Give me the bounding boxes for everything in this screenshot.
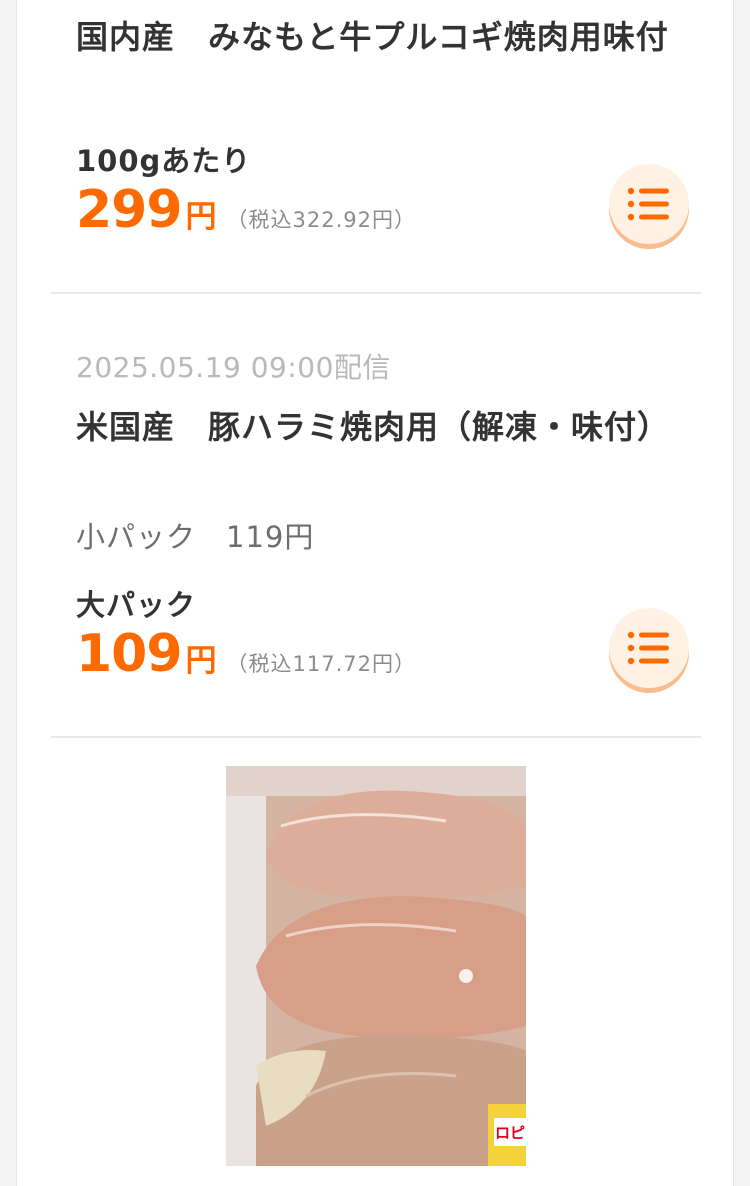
add-to-list-button[interactable] xyxy=(609,164,689,244)
price-tax-included: （税込117.72円） xyxy=(226,652,417,676)
product-title: 米国産 豚ハラミ焼肉用（解凍・味付） xyxy=(76,408,671,446)
add-to-list-button[interactable] xyxy=(609,608,689,688)
flyer-card: 国内産 みなもと牛プルコギ焼肉用味付 100gあたり 299 円 （税込322.… xyxy=(16,0,734,1186)
product-item: 2025.05.19 09:00配信 米国産 豚ハラミ焼肉用（解凍・味付） 小パ… xyxy=(17,294,735,738)
chicken-breast-photo xyxy=(226,766,526,1166)
price-row: 299 円 （税込322.92円） xyxy=(76,180,416,240)
price-sticker-label: ロピ xyxy=(495,1124,526,1142)
price-row: 109 円 （税込117.72円） xyxy=(76,624,416,684)
divider xyxy=(51,736,701,738)
price-yen: 円 xyxy=(185,199,217,235)
delivery-date: 2025.05.19 09:00配信 xyxy=(76,351,391,384)
unit-label: 100gあたり xyxy=(76,144,252,178)
unit-label: 大パック xyxy=(76,588,197,622)
price-value: 109 xyxy=(76,624,183,684)
product-item: 国内産 みなもと牛プルコギ焼肉用味付 100gあたり 299 円 （税込322.… xyxy=(17,0,735,294)
price-value: 299 xyxy=(76,180,183,240)
product-title: 国内産 みなもと牛プルコギ焼肉用味付 xyxy=(76,18,669,56)
list-icon xyxy=(627,631,669,665)
product-photo[interactable]: ロピ xyxy=(226,766,526,1166)
price-tax-included: （税込322.92円） xyxy=(226,208,417,232)
list-icon xyxy=(627,187,669,221)
small-pack-price: 小パック 119円 xyxy=(76,520,315,554)
price-yen: 円 xyxy=(185,643,217,679)
